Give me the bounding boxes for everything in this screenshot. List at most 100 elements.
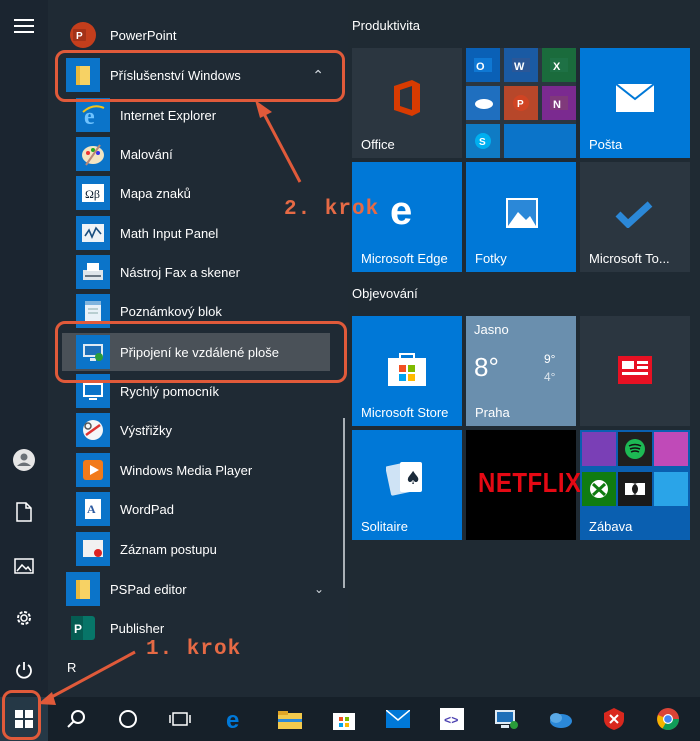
documents-icon[interactable]	[0, 488, 48, 536]
svg-text:♠: ♠	[405, 468, 421, 489]
app-label: PSPad editor	[110, 581, 187, 597]
mail-taskbar-icon[interactable]	[374, 697, 422, 741]
power-icon[interactable]	[0, 646, 48, 694]
snipping-tool-icon	[76, 413, 110, 447]
task-view-icon[interactable]	[156, 697, 204, 741]
list-item[interactable]	[48, 0, 344, 10]
tile-office[interactable]: Office	[352, 48, 462, 158]
group-title-explore: Objevování	[352, 286, 418, 301]
word-icon[interactable]: W	[504, 48, 538, 82]
excel-icon[interactable]: X	[542, 48, 576, 82]
list-item-fax-scanner[interactable]: Nástroj Fax a skener	[48, 253, 344, 291]
fax-scanner-icon	[76, 255, 110, 289]
tile-microsoft-store[interactable]: Microsoft Store	[352, 316, 462, 426]
disney-icon	[654, 472, 688, 506]
antivirus-icon[interactable]	[590, 697, 638, 741]
svg-text:A: A	[87, 502, 96, 516]
taskbar: e <>	[0, 697, 700, 741]
svg-text:W: W	[514, 61, 525, 72]
app-label: PowerPoint	[110, 27, 177, 43]
svg-text:Ωβ: Ωβ	[85, 187, 100, 201]
list-item-wordpad[interactable]: A WordPad	[48, 490, 344, 528]
internet-explorer-icon: e	[76, 98, 110, 132]
character-map-icon: Ωβ	[76, 176, 110, 210]
tile-area: Produktivita Office O W X P N S Pošta e …	[348, 0, 700, 697]
entertainment-mini-grid	[582, 432, 688, 512]
svg-text:<>: <>	[444, 714, 458, 728]
svg-text:S: S	[479, 137, 486, 148]
tile-entertainment[interactable]: Zábava	[580, 430, 690, 540]
file-explorer-icon[interactable]	[266, 697, 314, 741]
tile-label: Pošta	[589, 137, 623, 152]
candy-crush-icon	[582, 432, 616, 466]
tile-solitaire[interactable]: ♠ Solitaire	[352, 430, 462, 540]
cortana-icon[interactable]	[104, 697, 152, 741]
scrollbar[interactable]	[343, 418, 345, 588]
store-taskbar-icon[interactable]	[320, 697, 368, 741]
group-title-productivity: Produktivita	[352, 18, 420, 33]
tile-label: Microsoft Edge	[361, 251, 448, 266]
outlook-icon[interactable]: O	[466, 48, 500, 82]
office-icon	[390, 78, 424, 118]
app-label: Internet Explorer	[120, 107, 217, 123]
annotation-step-1: 1. krok	[146, 638, 242, 661]
xbox-icon	[582, 472, 616, 506]
onedrive-icon[interactable]	[466, 86, 500, 120]
app-label: Math Input Panel	[120, 225, 219, 241]
user-account-icon[interactable]	[0, 436, 48, 484]
list-item-windows-media-player[interactable]: Windows Media Player	[48, 451, 344, 489]
app-label: Výstřižky	[120, 422, 172, 438]
tile-weather[interactable]: Jasno 8° 9° 4° Praha	[466, 316, 576, 426]
app-icon-partial	[66, 0, 100, 10]
list-item-powerpoint[interactable]: P PowerPoint	[48, 16, 344, 54]
annotation-box-start	[2, 690, 41, 740]
tile-microsoft-todo[interactable]: Microsoft To...	[580, 162, 690, 272]
settings-gear-icon[interactable]	[0, 594, 48, 642]
powerpoint-mini-icon[interactable]: P	[504, 86, 538, 120]
tile-photos[interactable]: Fotky	[466, 162, 576, 272]
tile-label: Microsoft Store	[361, 405, 449, 420]
chevron-down-icon[interactable]: ⌄	[314, 582, 324, 596]
paint-icon	[76, 137, 110, 171]
tile-mail[interactable]: Pošta	[580, 48, 690, 158]
store-icon	[388, 350, 426, 386]
edge-taskbar-icon[interactable]: e	[212, 697, 260, 741]
weather-low: 4°	[544, 370, 556, 384]
list-item-paint[interactable]: Malování	[48, 135, 344, 173]
code-editor-icon[interactable]: <>	[428, 697, 476, 741]
tile-label: Zábava	[589, 519, 633, 534]
list-item-pspad-editor[interactable]: PSPad editor ⌄	[48, 570, 344, 608]
start-rail	[0, 0, 48, 697]
annotation-box-remote-desktop	[55, 321, 347, 383]
chrome-icon[interactable]	[644, 697, 692, 741]
tile-news[interactable]	[580, 316, 690, 426]
svg-text:O: O	[476, 61, 485, 72]
solitaire-cards-icon: ♠	[386, 458, 426, 496]
app-label: Mapa znaků	[120, 185, 191, 201]
edge-icon: e	[388, 190, 426, 230]
section-letter-r[interactable]: R	[67, 660, 76, 675]
publisher-icon: P	[66, 611, 100, 645]
news-icon	[618, 356, 652, 384]
onenote-icon[interactable]: N	[542, 86, 576, 120]
search-icon[interactable]	[52, 697, 100, 741]
cloud-app-icon[interactable]	[536, 697, 584, 741]
app-label: Nástroj Fax a skener	[120, 264, 240, 280]
app-label: Rychlý pomocník	[120, 383, 219, 399]
tile-label: Microsoft To...	[589, 251, 670, 266]
app-label: Windows Media Player	[120, 462, 253, 478]
svg-text:e: e	[390, 190, 412, 230]
todo-check-icon	[614, 200, 654, 228]
tile-netflix[interactable]: NETFLIX	[466, 430, 581, 540]
weather-temperature: 8°	[474, 352, 499, 382]
skype-icon[interactable]: S	[466, 124, 500, 158]
pictures-icon[interactable]	[0, 542, 48, 590]
annotation-box-accessories	[55, 50, 345, 102]
netflix-logo: NETFLIX	[478, 467, 582, 499]
list-item-steps-recorder[interactable]: Záznam postupu	[48, 530, 344, 568]
app-label: Záznam postupu	[120, 541, 217, 557]
remote-desktop-taskbar-icon[interactable]	[482, 697, 530, 741]
app-label: Malování	[120, 146, 173, 162]
hamburger-menu-icon[interactable]	[0, 2, 48, 50]
list-item-snipping-tool[interactable]: Výstřižky	[48, 411, 344, 449]
